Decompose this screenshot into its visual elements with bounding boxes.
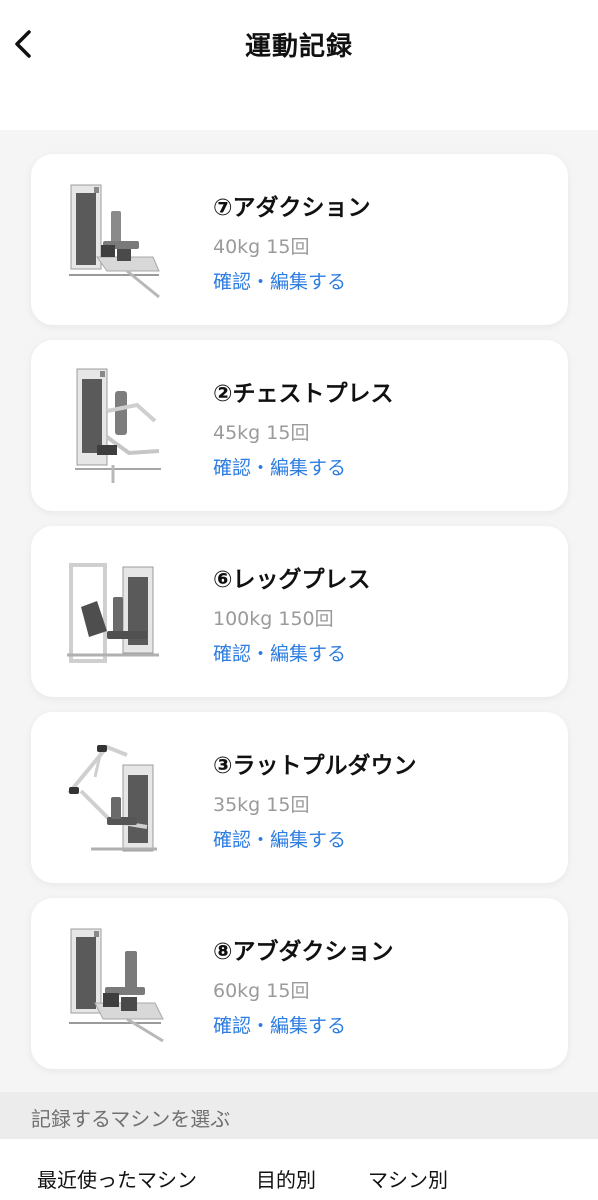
- lat-pulldown-machine-image: [67, 744, 157, 852]
- tab-by-purpose[interactable]: 目的別: [256, 1164, 316, 1193]
- edit-link[interactable]: 確認・編集する: [213, 639, 346, 666]
- page-title: 運動記録: [244, 32, 353, 62]
- record-card[interactable]: ⑥レッグプレス 100kg 150回 確認・編集する: [31, 526, 568, 697]
- tab-recent-machines[interactable]: 最近使ったマシン: [37, 1164, 197, 1193]
- record-card[interactable]: ②チェストプレス 45kg 15回 確認・編集する: [31, 340, 568, 511]
- edit-link[interactable]: 確認・編集する: [213, 267, 346, 294]
- record-detail: 35kg 15回: [213, 794, 310, 816]
- record-title: ⑦アダクション: [213, 195, 371, 221]
- select-machine-label: 記録するマシンを選ぶ: [31, 1107, 231, 1131]
- record-title: ②チェストプレス: [213, 381, 394, 407]
- edit-link[interactable]: 確認・編集する: [213, 453, 346, 480]
- adduction-machine-image: [69, 184, 160, 299]
- record-card[interactable]: ③ラットプルダウン 35kg 15回 確認・編集する: [31, 712, 568, 883]
- chest-press-machine-image: [75, 368, 161, 483]
- tab-by-machine[interactable]: マシン別: [368, 1164, 448, 1193]
- record-card[interactable]: ⑧アブダクション 60kg 15回 確認・編集する: [31, 898, 568, 1069]
- edit-link[interactable]: 確認・編集する: [213, 825, 346, 852]
- record-list: ⑦アダクション 40kg 15回 確認・編集する ②チェストプレス 45kg 1…: [31, 154, 568, 1084]
- record-detail: 45kg 15回: [213, 422, 310, 444]
- record-card[interactable]: ⑦アダクション 40kg 15回 確認・編集する: [31, 154, 568, 325]
- record-detail: 40kg 15回: [213, 236, 310, 258]
- edit-link[interactable]: 確認・編集する: [213, 1011, 346, 1038]
- record-title: ⑧アブダクション: [213, 939, 394, 965]
- leg-press-machine-image: [67, 563, 159, 663]
- record-title: ⑥レッグプレス: [213, 567, 371, 593]
- record-title: ③ラットプルダウン: [213, 753, 417, 779]
- abduction-machine-image: [69, 928, 164, 1043]
- record-detail: 100kg 150回: [213, 608, 334, 630]
- app-header: 運動記録: [0, 0, 598, 130]
- record-detail: 60kg 15回: [213, 980, 310, 1002]
